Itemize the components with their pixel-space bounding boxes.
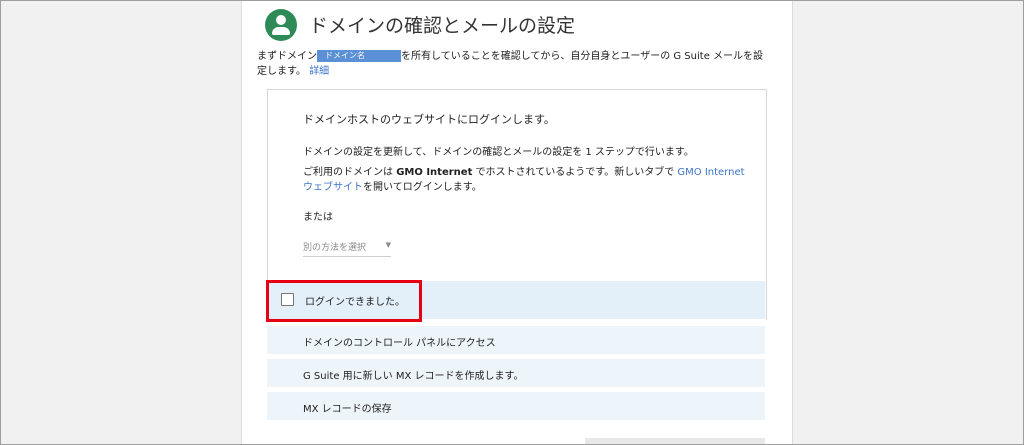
person-icon <box>265 9 297 41</box>
screenshot-frame: ドメインの確認とメールの設定 まずドメイン ドメイン名 を所有していることを確認して… <box>0 0 1024 445</box>
step-label: ドメインのコントロール パネルにアクセス <box>303 338 496 349</box>
page-title: ドメインの確認とメールの設定 <box>309 15 576 37</box>
dropdown-arrow-icon: ▼ <box>385 241 391 249</box>
footer-bar <box>585 438 765 444</box>
step-label: G Suite 用に新しい MX レコードを作成します。 <box>303 371 524 382</box>
or-text: または <box>303 212 333 223</box>
domain-name-highlight: ドメイン名 <box>317 50 401 62</box>
method-select-placeholder: 別の方法を選択 <box>303 243 367 253</box>
panel-description: ドメインの設定を更新して、ドメインの確認とメールの設定を 1 ステップで行います… <box>303 147 694 158</box>
step-row: G Suite 用に新しい MX レコードを作成します。 <box>267 359 765 387</box>
gmo-bold: GMO Internet <box>396 167 473 178</box>
step-row: MX レコードの保存 <box>267 392 765 420</box>
gmo-text: ご利用のドメインは GMO Internet でホストされているようです。新しい… <box>303 165 753 195</box>
step-label: MX レコードの保存 <box>303 404 392 415</box>
intro-before: まずドメイン <box>257 51 317 62</box>
intro-text: まずドメイン ドメイン名 を所有していることを確認してから、自分自身とユーザーの G… <box>257 49 767 79</box>
method-select[interactable]: 別の方法を選択 ▼ <box>303 240 391 257</box>
panel-heading: ドメインホストのウェブサイトにログインします。 <box>303 113 555 126</box>
details-link[interactable]: 詳細 <box>309 66 329 77</box>
gmo-middle: でホストされているようです。新しいタブで <box>472 167 678 178</box>
gmo-prefix: ご利用のドメインは <box>303 167 397 178</box>
gmo-suffix: を開いてログインします。 <box>363 182 482 193</box>
highlight-annotation <box>266 280 422 322</box>
step-row: ドメインのコントロール パネルにアクセス <box>267 326 765 354</box>
